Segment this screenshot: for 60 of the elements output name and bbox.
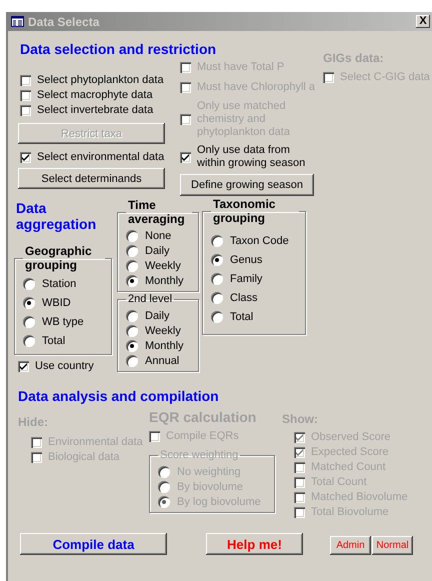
command-button[interactable]: Select determinands (18, 168, 165, 189)
radio-label: Station (42, 278, 76, 290)
radio-label: Annual (145, 354, 180, 366)
form-icon (11, 16, 24, 27)
group-title: Score weighting (159, 448, 240, 462)
radio-button[interactable] (23, 334, 35, 346)
radio-label: WBID (42, 296, 71, 308)
radio-label: Weekly (145, 324, 181, 336)
checkbox-label: Select macrophyte data (37, 89, 153, 102)
section-heading: Data aggregation (15, 200, 98, 232)
checkbox[interactable] (20, 105, 31, 116)
radio-label: Total (230, 310, 254, 322)
checkbox[interactable] (20, 75, 31, 86)
checkbox[interactable] (180, 152, 191, 162)
radio-button[interactable] (126, 274, 138, 286)
radio-button[interactable] (211, 272, 223, 284)
radio-button[interactable] (23, 296, 35, 308)
radio-button[interactable] (126, 244, 138, 256)
checkbox-label: Select environmental data (37, 151, 164, 164)
group-title: Taxonomic grouping (212, 197, 276, 225)
checkbox-label: Select phytoplankton data (37, 74, 164, 87)
radio-label: None (145, 230, 172, 242)
radio-button[interactable] (211, 292, 223, 304)
radio-label: Weekly (145, 260, 181, 272)
section-heading: Data analysis and compilation (18, 388, 220, 404)
radio-button[interactable] (126, 230, 138, 242)
checkbox[interactable] (18, 361, 29, 372)
window-title: Data Selecta (28, 14, 100, 28)
radio-button[interactable] (126, 324, 138, 336)
radio-button[interactable] (126, 354, 138, 366)
radio-label: Daily (145, 244, 170, 256)
radio-button[interactable] (211, 234, 223, 246)
radio-label: Daily (145, 310, 170, 322)
radio-button[interactable] (126, 340, 138, 352)
checkbox-label: Select invertebrate data (37, 104, 154, 117)
radio-label: Monthly (145, 340, 184, 352)
radio-label: Monthly (145, 274, 184, 286)
command-button[interactable]: Define growing season (180, 174, 314, 196)
radio-button[interactable] (211, 310, 223, 322)
radio-label: Taxon Code (230, 234, 289, 246)
radio-button[interactable] (211, 254, 223, 266)
radio-button[interactable] (23, 316, 35, 328)
radio-label: Class (230, 292, 258, 304)
radio-button[interactable] (126, 260, 138, 272)
radio-button[interactable] (23, 278, 35, 290)
group-title: 2nd level (127, 292, 174, 306)
radio-label: WB type (42, 316, 84, 328)
command-button[interactable]: Compile data (20, 533, 167, 555)
radio-button[interactable] (126, 310, 138, 322)
group-title: Time averaging (127, 198, 186, 226)
radio-label: Genus (230, 254, 262, 266)
checkbox-label: Only use data from within growing season (197, 144, 306, 170)
section-heading: Data selection and restriction (20, 41, 218, 57)
group-title: Geographic grouping (24, 244, 93, 272)
radio-label: Total (42, 334, 66, 346)
checkbox[interactable] (20, 90, 31, 101)
checkbox-label: Use country (35, 360, 94, 373)
checkbox[interactable] (20, 152, 31, 163)
radio-label: Family (230, 272, 262, 284)
close-button[interactable]: X (416, 15, 430, 28)
